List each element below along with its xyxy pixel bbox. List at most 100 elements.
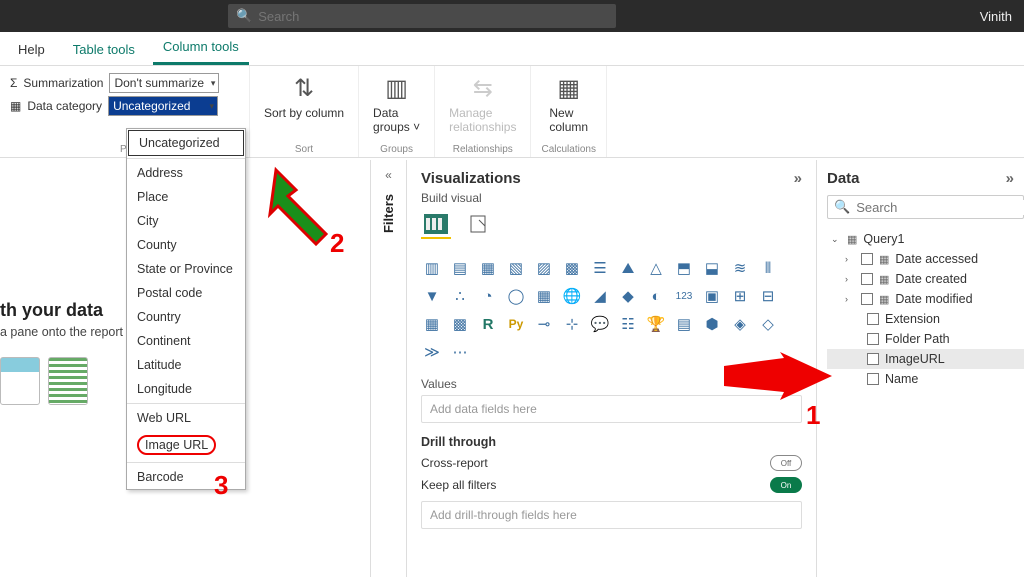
new-column-button[interactable]: ▦ Newcolumn — [541, 70, 595, 136]
checkbox[interactable] — [867, 373, 879, 385]
scatter-icon[interactable]: ∴ — [449, 285, 471, 307]
format-mode-icon[interactable] — [465, 211, 495, 239]
azure-map-icon[interactable]: ◆ — [617, 285, 639, 307]
dd-item-continent[interactable]: Continent — [127, 329, 245, 353]
map-icon[interactable]: 🌐 — [561, 285, 583, 307]
powerapps-icon[interactable]: ◈ — [729, 313, 751, 335]
line-icon[interactable]: ☰ — [589, 257, 611, 279]
values-well[interactable]: Add data fields here — [421, 395, 802, 423]
more-icon[interactable]: ≫ — [421, 341, 443, 363]
card-icon[interactable]: 123 — [673, 285, 695, 307]
checkbox[interactable] — [867, 333, 879, 345]
ribbon-icon[interactable]: ≋ — [729, 257, 751, 279]
build-visual-label: Build visual — [421, 191, 802, 205]
stacked-bar-icon[interactable]: ▥ — [421, 257, 443, 279]
slicer-icon[interactable]: ⊟ — [757, 285, 779, 307]
global-search[interactable]: 🔍 — [228, 4, 616, 28]
checkbox[interactable] — [867, 353, 879, 365]
field-imageurl[interactable]: ImageURL — [827, 349, 1024, 369]
tab-help[interactable]: Help — [8, 34, 55, 65]
dd-item-image-url[interactable]: Image URL — [127, 430, 245, 460]
ellipsis-icon[interactable]: ⋯ — [449, 341, 471, 363]
sigma-icon: Σ — [10, 76, 17, 90]
field-date-modified[interactable]: ›▦Date modified — [827, 289, 1024, 309]
key-influencers-icon[interactable]: ⊸ — [533, 313, 555, 335]
dd-item-country[interactable]: Country — [127, 305, 245, 329]
data-category-dropdown[interactable]: Uncategorized Address Place City County … — [126, 128, 246, 490]
dd-item-barcode[interactable]: Barcode — [127, 465, 245, 489]
dd-item-address[interactable]: Address — [127, 161, 245, 185]
data-category-select[interactable]: Uncategorized — [108, 96, 218, 116]
area-icon[interactable]: ⛰ — [617, 257, 639, 279]
gauge-icon[interactable]: ◐ — [645, 285, 667, 307]
build-mode-icon[interactable] — [421, 211, 451, 239]
r-visual-icon[interactable]: R — [477, 313, 499, 335]
combo1-icon[interactable]: ⬒ — [673, 257, 695, 279]
kpi-icon[interactable]: ⊞ — [729, 285, 751, 307]
table-icon[interactable]: ▦ — [421, 313, 443, 335]
keep-filters-toggle[interactable]: On — [770, 477, 802, 493]
collapse-icon[interactable]: » — [1006, 170, 1014, 187]
expand-icon[interactable]: « — [385, 168, 392, 182]
automate-icon[interactable]: ◇ — [757, 313, 779, 335]
fields-search[interactable]: 🔍 — [827, 195, 1024, 219]
goals-icon[interactable]: 🏆 — [645, 313, 667, 335]
matrix-icon[interactable]: ▩ — [449, 313, 471, 335]
field-folder-path[interactable]: Folder Path — [827, 329, 1024, 349]
tab-column-tools[interactable]: Column tools — [153, 31, 249, 65]
dd-item-city[interactable]: City — [127, 209, 245, 233]
field-name[interactable]: Name — [827, 369, 1024, 389]
tab-table-tools[interactable]: Table tools — [63, 34, 145, 65]
field-date-accessed[interactable]: ›▦Date accessed — [827, 249, 1024, 269]
donut-icon[interactable]: ◯ — [505, 285, 527, 307]
table-query1[interactable]: ⌄▦Query1 — [827, 229, 1024, 249]
narrative-icon[interactable]: ☷ — [617, 313, 639, 335]
dd-item-place[interactable]: Place — [127, 185, 245, 209]
checkbox[interactable] — [861, 253, 873, 265]
drill-well[interactable]: Add drill-through fields here — [421, 501, 802, 529]
relationships-icon: ⇆ — [467, 72, 499, 104]
dd-item-uncategorized[interactable]: Uncategorized — [128, 130, 244, 156]
placeholder-card — [0, 357, 40, 405]
bar100-icon[interactable]: ▨ — [533, 257, 555, 279]
dd-item-latitude[interactable]: Latitude — [127, 353, 245, 377]
qa-icon[interactable]: 💬 — [589, 313, 611, 335]
stacked-area-icon[interactable]: △ — [645, 257, 667, 279]
waterfall-icon[interactable]: ⫴ — [757, 257, 779, 279]
manage-relationships-button: ⇆ Managerelationships — [445, 70, 520, 136]
clustered-bar-icon[interactable]: ▦ — [477, 257, 499, 279]
checkbox[interactable] — [861, 293, 873, 305]
paginated-icon[interactable]: ▤ — [673, 313, 695, 335]
dd-item-web-url[interactable]: Web URL — [127, 406, 245, 430]
data-groups-button[interactable]: ▥ Datagroups ˅ — [369, 70, 424, 136]
pie-icon[interactable]: ◔ — [477, 285, 499, 307]
fields-search-input[interactable] — [856, 200, 1024, 215]
field-date-created[interactable]: ›▦Date created — [827, 269, 1024, 289]
sort-icon: ⇅ — [288, 72, 320, 104]
dd-item-state[interactable]: State or Province — [127, 257, 245, 281]
summarization-select[interactable]: Don't summarize — [109, 73, 219, 93]
checkbox[interactable] — [867, 313, 879, 325]
checkbox[interactable] — [861, 273, 873, 285]
treemap-icon[interactable]: ▦ — [533, 285, 555, 307]
combo2-icon[interactable]: ⬓ — [701, 257, 723, 279]
decomp-icon[interactable]: ⊹ — [561, 313, 583, 335]
collapse-icon[interactable]: » — [794, 170, 802, 187]
cross-report-toggle[interactable]: Off — [770, 455, 802, 471]
dd-item-postal[interactable]: Postal code — [127, 281, 245, 305]
global-search-input[interactable] — [258, 9, 608, 24]
multirow-icon[interactable]: ▣ — [701, 285, 723, 307]
stacked-column-icon[interactable]: ▤ — [449, 257, 471, 279]
arcgis-icon[interactable]: ⬢ — [701, 313, 723, 335]
py-visual-icon[interactable]: Py — [505, 313, 527, 335]
user-name[interactable]: Vinith — [980, 9, 1016, 24]
sort-by-column-button[interactable]: ⇅ Sort by column — [260, 70, 348, 122]
col100-icon[interactable]: ▩ — [561, 257, 583, 279]
funnel-icon[interactable]: ▼ — [421, 285, 443, 307]
filters-panel[interactable]: « Filters — [370, 160, 406, 577]
dd-item-longitude[interactable]: Longitude — [127, 377, 245, 401]
field-extension[interactable]: Extension — [827, 309, 1024, 329]
dd-item-county[interactable]: County — [127, 233, 245, 257]
filled-map-icon[interactable]: ◢ — [589, 285, 611, 307]
clustered-column-icon[interactable]: ▧ — [505, 257, 527, 279]
